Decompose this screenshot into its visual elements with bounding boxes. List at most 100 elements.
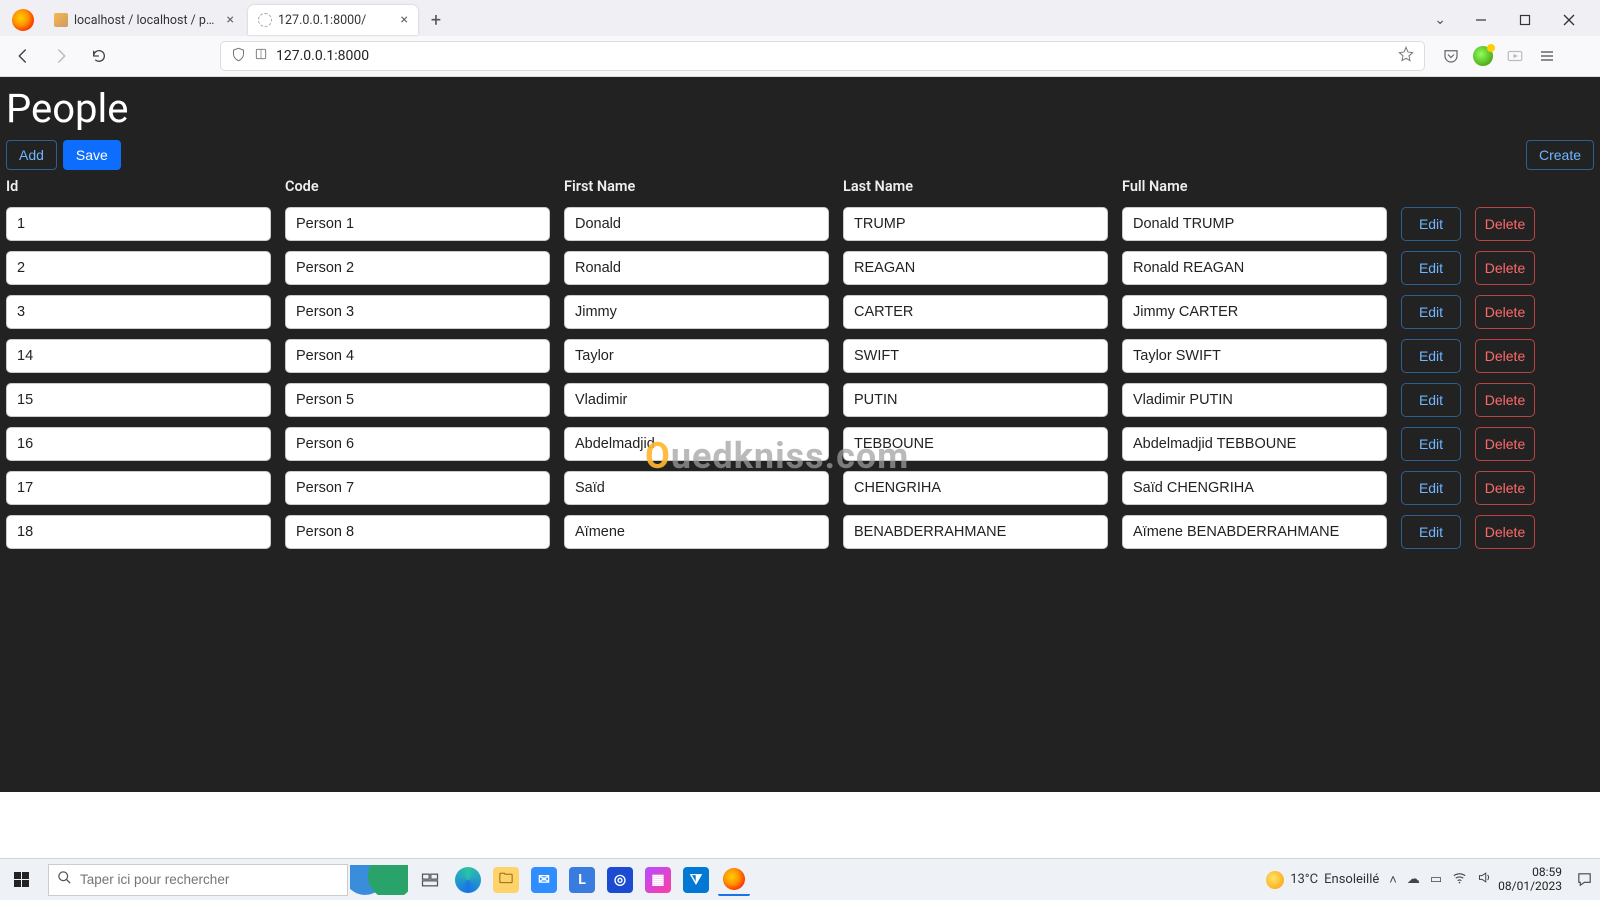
cell-last-name[interactable] — [843, 383, 1108, 417]
browser-tab[interactable]: localhost / localhost / people / × — [44, 5, 244, 35]
cell-full-name[interactable] — [1122, 251, 1387, 285]
edit-button[interactable]: Edit — [1401, 427, 1461, 461]
vscode-icon[interactable]: ⧩ — [680, 864, 712, 896]
cell-id[interactable] — [6, 251, 271, 285]
cell-full-name[interactable] — [1122, 207, 1387, 241]
cell-last-name[interactable] — [843, 471, 1108, 505]
app-menu-icon[interactable] — [1537, 48, 1557, 64]
delete-button[interactable]: Delete — [1475, 251, 1535, 285]
taskbar-search-input[interactable] — [80, 872, 339, 887]
start-button[interactable] — [0, 859, 42, 901]
edit-button[interactable]: Edit — [1401, 295, 1461, 329]
cell-code[interactable] — [285, 295, 550, 329]
phpstorm-icon[interactable]: ▦ — [642, 864, 674, 896]
cell-full-name[interactable] — [1122, 471, 1387, 505]
cell-id[interactable] — [6, 515, 271, 549]
cell-last-name[interactable] — [843, 295, 1108, 329]
cell-id[interactable] — [6, 383, 271, 417]
cell-first-name[interactable] — [564, 427, 829, 461]
cell-first-name[interactable] — [564, 339, 829, 373]
cell-code[interactable] — [285, 207, 550, 241]
cell-last-name[interactable] — [843, 251, 1108, 285]
delete-button[interactable]: Delete — [1475, 471, 1535, 505]
close-tab-icon[interactable]: × — [227, 13, 234, 27]
nav-back-button[interactable] — [8, 41, 38, 71]
taskbar-weather[interactable]: 13°C Ensoleillé — [1266, 871, 1379, 889]
edit-button[interactable]: Edit — [1401, 339, 1461, 373]
nav-forward-button[interactable] — [46, 41, 76, 71]
edit-button[interactable]: Edit — [1401, 251, 1461, 285]
cell-first-name[interactable] — [564, 207, 829, 241]
window-minimize-button[interactable] — [1460, 6, 1502, 34]
tray-onedrive-icon[interactable]: ☁ — [1407, 872, 1420, 887]
cell-last-name[interactable] — [843, 207, 1108, 241]
cell-code[interactable] — [285, 471, 550, 505]
tracking-shield-icon[interactable] — [231, 47, 246, 66]
site-info-icon[interactable] — [254, 47, 268, 65]
browser-tab[interactable]: 127.0.0.1:8000/ × — [248, 5, 418, 35]
cell-full-name[interactable] — [1122, 427, 1387, 461]
cell-code[interactable] — [285, 515, 550, 549]
close-tab-icon[interactable]: × — [401, 13, 408, 27]
tray-battery-icon[interactable]: ▭ — [1430, 872, 1442, 887]
window-close-button[interactable] — [1548, 6, 1590, 34]
edit-button[interactable]: Edit — [1401, 471, 1461, 505]
delete-button[interactable]: Delete — [1475, 515, 1535, 549]
cell-id[interactable] — [6, 295, 271, 329]
nav-reload-button[interactable] — [84, 41, 114, 71]
delete-button[interactable]: Delete — [1475, 339, 1535, 373]
address-bar[interactable]: 127.0.0.1:8000 — [220, 41, 1425, 71]
cell-full-name[interactable] — [1122, 295, 1387, 329]
task-view-icon[interactable] — [414, 864, 446, 896]
cell-first-name[interactable] — [564, 471, 829, 505]
tray-chevron-up-icon[interactable]: ˄ — [1389, 872, 1397, 888]
action-center-icon[interactable] — [1568, 864, 1600, 896]
create-button[interactable]: Create — [1526, 140, 1594, 170]
cell-first-name[interactable] — [564, 383, 829, 417]
mail-icon[interactable]: ✉ — [528, 864, 560, 896]
app-blue-square-icon[interactable]: ◎ — [604, 864, 636, 896]
app-l-icon[interactable]: L — [566, 864, 598, 896]
tray-wifi-icon[interactable] — [1452, 870, 1467, 889]
cell-last-name[interactable] — [843, 427, 1108, 461]
delete-button[interactable]: Delete — [1475, 207, 1535, 241]
cell-full-name[interactable] — [1122, 383, 1387, 417]
cell-first-name[interactable] — [564, 515, 829, 549]
new-tab-button[interactable]: + — [422, 6, 450, 34]
edge-icon[interactable] — [452, 864, 484, 896]
cell-id[interactable] — [6, 207, 271, 241]
delete-button[interactable]: Delete — [1475, 383, 1535, 417]
cell-id[interactable] — [6, 339, 271, 373]
taskbar-clock[interactable]: 08:59 08/01/2023 — [1498, 866, 1562, 894]
cell-full-name[interactable] — [1122, 515, 1387, 549]
tabs-dropdown-icon[interactable]: ⌄ — [1424, 12, 1456, 28]
window-maximize-button[interactable] — [1504, 6, 1546, 34]
file-explorer-icon[interactable]: 🗀 — [490, 864, 522, 896]
firefox-taskbar-icon[interactable] — [718, 864, 750, 896]
save-button[interactable]: Save — [63, 140, 121, 170]
taskbar-search[interactable] — [48, 864, 348, 896]
delete-button[interactable]: Delete — [1475, 295, 1535, 329]
edit-button[interactable]: Edit — [1401, 207, 1461, 241]
cell-first-name[interactable] — [564, 251, 829, 285]
add-button[interactable]: Add — [6, 140, 57, 170]
bookmark-star-icon[interactable] — [1398, 46, 1414, 66]
pocket-icon[interactable] — [1441, 47, 1461, 65]
cell-code[interactable] — [285, 339, 550, 373]
tray-volume-icon[interactable] — [1477, 870, 1492, 889]
cell-full-name[interactable] — [1122, 339, 1387, 373]
cell-code[interactable] — [285, 251, 550, 285]
cell-last-name[interactable] — [843, 339, 1108, 373]
cell-code[interactable] — [285, 427, 550, 461]
cell-first-name[interactable] — [564, 295, 829, 329]
cell-id[interactable] — [6, 471, 271, 505]
cell-code[interactable] — [285, 383, 550, 417]
delete-button[interactable]: Delete — [1475, 427, 1535, 461]
cell-last-name[interactable] — [843, 515, 1108, 549]
edit-button[interactable]: Edit — [1401, 515, 1461, 549]
cell-id[interactable] — [6, 427, 271, 461]
table-row: Edit Delete — [6, 515, 1594, 549]
edit-button[interactable]: Edit — [1401, 383, 1461, 417]
media-icon[interactable] — [1505, 47, 1525, 65]
extension-badge-icon[interactable] — [1473, 46, 1493, 66]
